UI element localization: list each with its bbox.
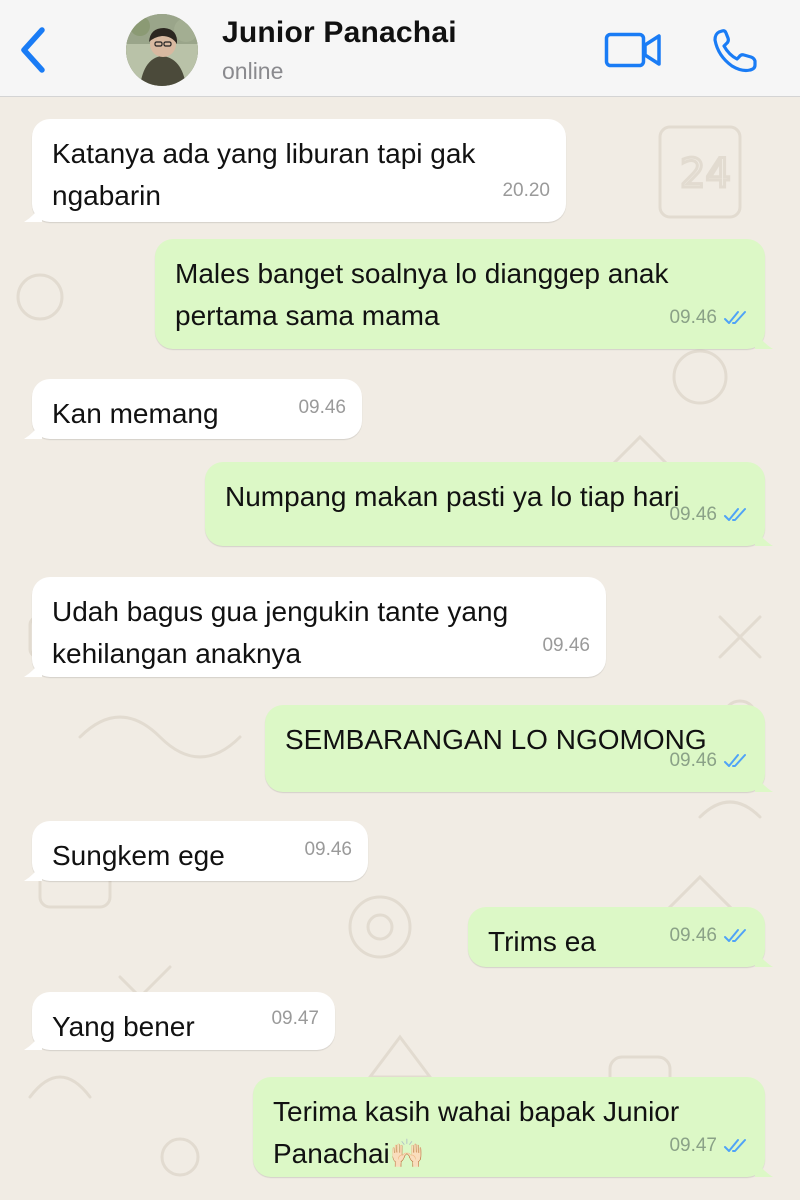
bubble-tail [755,331,773,349]
back-button[interactable] [14,24,54,76]
message-list[interactable]: 24 Katanya ada yang liburan tapi gak nga… [0,97,800,1200]
svg-text:24: 24 [680,151,731,197]
message-outgoing[interactable]: Trims ea 09.46 [468,907,773,967]
double-check-read-icon [724,311,746,324]
double-check-read-icon [724,508,746,521]
contact-name[interactable]: Junior Panachai [222,16,457,50]
message-time: 09.46 [542,635,590,656]
avatar[interactable] [126,14,198,86]
bubble-tail [755,774,773,792]
message-time: 09.46 [304,839,352,860]
message-incoming[interactable]: Katanya ada yang liburan tapi gak ngabar… [24,119,566,222]
message-text: Katanya ada yang liburan tapi gak ngabar… [52,138,476,211]
video-camera-icon [604,32,661,68]
message-text: Males banget soalnya lo dianggep anak pe… [175,258,669,331]
chevron-left-icon [21,27,45,73]
message-outgoing[interactable]: SEMBARANGAN LO NGOMONG 09.46 [265,705,773,792]
bubble-tail [24,1032,42,1050]
message-outgoing[interactable]: Terima kasih wahai bapak Junior Panachai… [253,1077,773,1177]
double-check-read-icon [724,929,746,942]
chat-header: Junior Panachai online [0,0,800,97]
avatar-image [126,14,198,86]
bubble-tail [24,421,42,439]
message-text: Udah bagus gua jengukin tante yang kehil… [52,596,509,669]
message-incoming[interactable]: Yang bener 09.47 [24,992,335,1050]
message-incoming[interactable]: Sungkem ege 09.46 [24,821,368,881]
bubble-tail [24,204,42,222]
message-incoming[interactable]: Udah bagus gua jengukin tante yang kehil… [24,577,606,677]
message-time: 09.47 [669,1135,717,1156]
message-time: 09.46 [669,504,717,525]
message-time: 20.20 [502,180,550,201]
message-time: 09.47 [271,1008,319,1029]
bubble-tail [24,659,42,677]
video-call-button[interactable] [604,30,662,70]
voice-call-button[interactable] [710,28,760,74]
contact-status: online [222,58,284,84]
message-outgoing[interactable]: Males banget soalnya lo dianggep anak pe… [155,239,773,349]
bubble-tail [24,863,42,881]
message-incoming[interactable]: Kan memang 09.46 [24,379,362,439]
message-time: 09.46 [669,750,717,771]
double-check-read-icon [724,754,746,767]
message-time: 09.46 [669,307,717,328]
bubble-tail [755,949,773,967]
bubble-tail [755,1159,773,1177]
message-time: 09.46 [298,397,346,418]
phone-icon [713,29,757,73]
double-check-read-icon [724,1139,746,1152]
message-time: 09.46 [669,925,717,946]
message-outgoing[interactable]: Numpang makan pasti ya lo tiap hari 09.4… [205,462,773,546]
bubble-tail [755,528,773,546]
